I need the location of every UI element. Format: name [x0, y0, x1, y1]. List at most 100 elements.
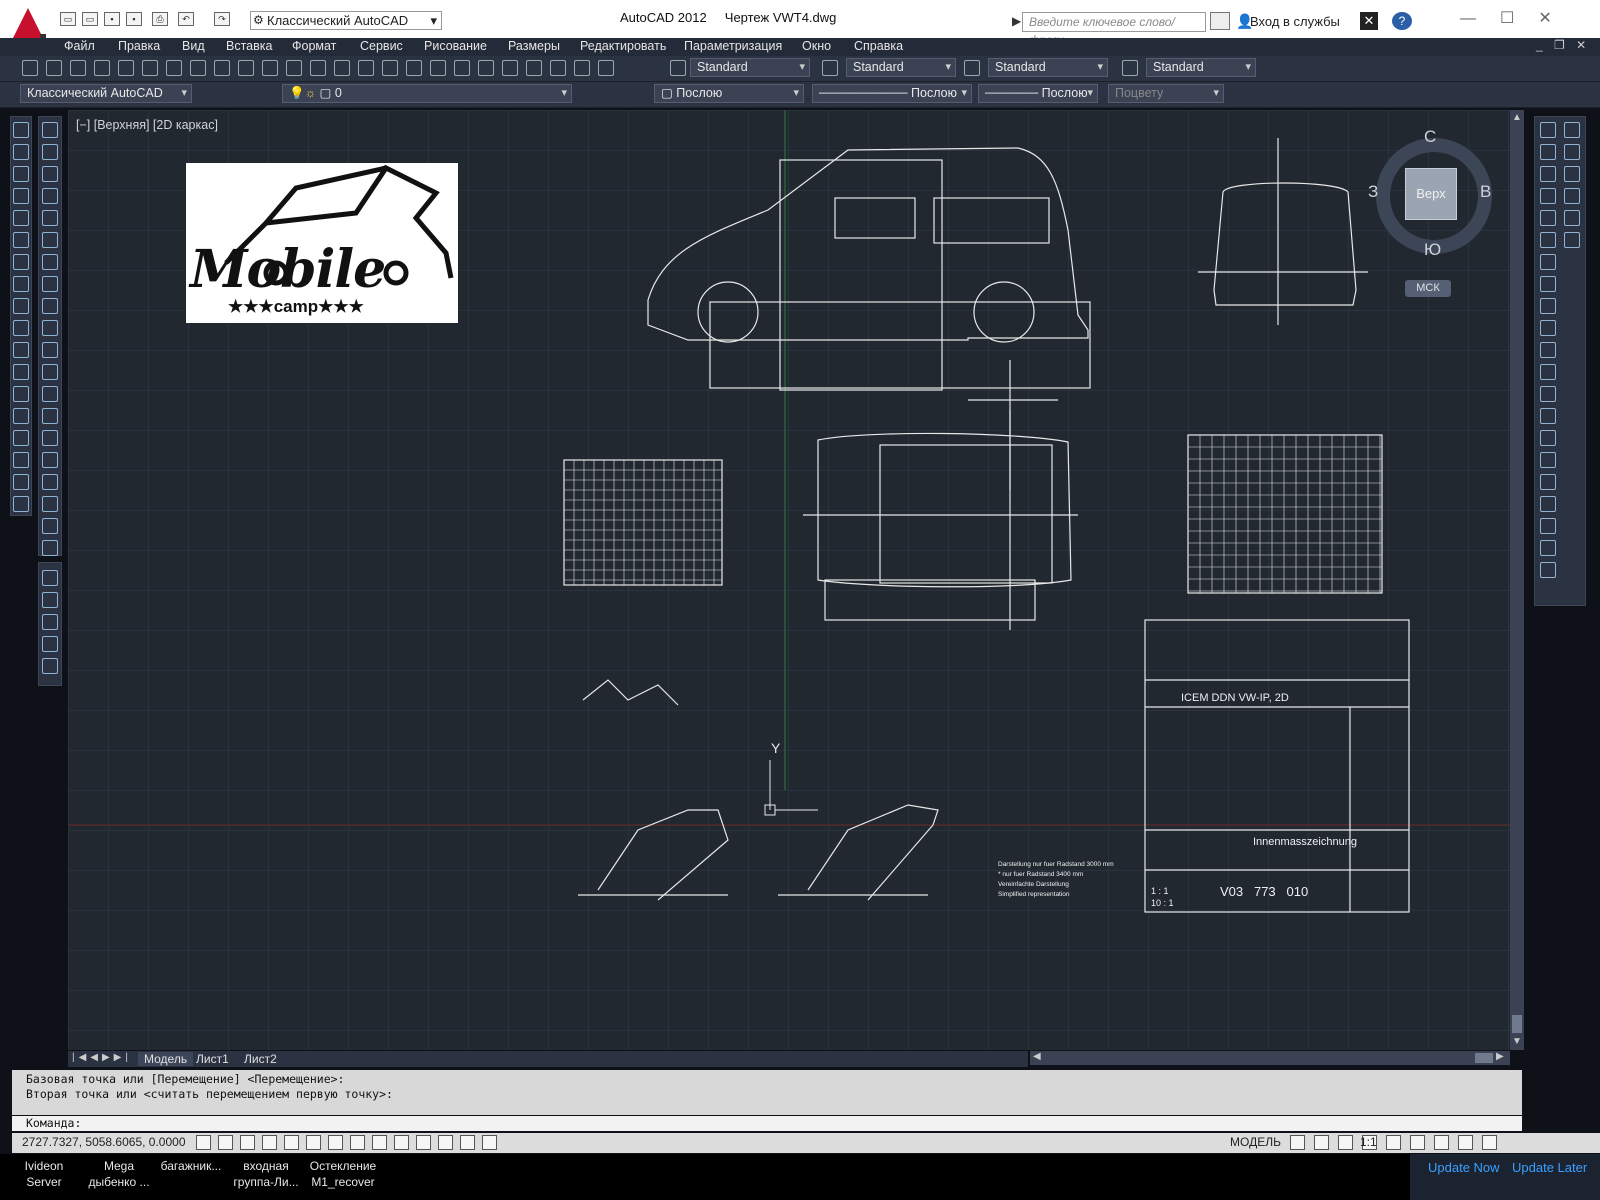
- menu-draw[interactable]: Рисование: [424, 39, 487, 53]
- window-controls[interactable]: —☐✕: [1460, 8, 1576, 28]
- drafting-toggle-icon[interactable]: [262, 1135, 277, 1150]
- dimension-tool-icon[interactable]: [1540, 122, 1556, 138]
- design-center-icon[interactable]: [478, 60, 494, 76]
- annotation-scale-button[interactable]: 1:1: [1360, 1135, 1377, 1149]
- text-style-select[interactable]: Standard: [690, 58, 810, 77]
- tab-sheet1[interactable]: Лист1: [196, 1052, 229, 1066]
- status-tool-icon[interactable]: [1458, 1135, 1473, 1150]
- status-tool-icon[interactable]: [1410, 1135, 1425, 1150]
- draw-tool-icon[interactable]: [42, 122, 58, 138]
- compass-east[interactable]: В: [1480, 182, 1491, 202]
- taskbar-item[interactable]: Mega дыбенко ...: [84, 1158, 154, 1190]
- drafting-toggle-icon[interactable]: [438, 1135, 453, 1150]
- color-select[interactable]: ▢ Послою: [654, 84, 804, 103]
- dimension-tool-icon[interactable]: [1540, 188, 1556, 204]
- taskbar-item[interactable]: багажник...: [156, 1158, 226, 1174]
- dimension-tool-icon[interactable]: [1540, 364, 1556, 380]
- dimension-tool-icon[interactable]: [1540, 276, 1556, 292]
- modify-tool-icon[interactable]: [13, 452, 29, 468]
- dimension-tool-icon[interactable]: [1540, 430, 1556, 446]
- document-window-controls[interactable]: _ ❐ ✕: [1536, 38, 1590, 52]
- mobile-camp-logo-image[interactable]: Mobile ★★★camp★★★: [186, 163, 458, 323]
- markup-icon[interactable]: [550, 60, 566, 76]
- redo-icon[interactable]: ↷: [214, 12, 230, 26]
- dimension-tool-icon[interactable]: [1540, 386, 1556, 402]
- palettes-icon[interactable]: [502, 60, 518, 76]
- modify-tool-icon[interactable]: [13, 210, 29, 226]
- properties-icon[interactable]: [454, 60, 470, 76]
- compass-north[interactable]: С: [1424, 127, 1436, 147]
- status-tool-icon[interactable]: [1290, 1135, 1305, 1150]
- search-expand-icon[interactable]: ▶: [1012, 14, 1021, 28]
- dimension-tool-icon[interactable]: [1540, 144, 1556, 160]
- status-tool-icon[interactable]: [1386, 1135, 1401, 1150]
- dimension-tool-icon[interactable]: [1540, 298, 1556, 314]
- misc-tool-icon[interactable]: [42, 592, 58, 608]
- match-icon[interactable]: [262, 60, 278, 76]
- model-space-button[interactable]: МОДЕЛЬ: [1230, 1135, 1281, 1149]
- compass-west[interactable]: З: [1368, 182, 1378, 202]
- save-icon[interactable]: [70, 60, 86, 76]
- drafting-toggle-icon[interactable]: [372, 1135, 387, 1150]
- tab-sheet2[interactable]: Лист2: [244, 1052, 277, 1066]
- menu-edit[interactable]: Правка: [118, 39, 160, 53]
- modify-tool-icon[interactable]: [13, 122, 29, 138]
- viewcube-top-face[interactable]: Верх: [1405, 168, 1457, 220]
- status-tool-icon[interactable]: [1338, 1135, 1353, 1150]
- modify-tool-icon[interactable]: [13, 276, 29, 292]
- dimension-tool-icon[interactable]: [1540, 232, 1556, 248]
- layout-tool-icon[interactable]: [1564, 188, 1580, 204]
- draw-tool-icon[interactable]: [42, 254, 58, 270]
- table-style-select[interactable]: Standard: [988, 58, 1108, 77]
- viewport-controls-label[interactable]: [−] [Верхняя] [2D каркас]: [76, 118, 218, 132]
- draw-tool-icon[interactable]: [42, 166, 58, 182]
- drafting-toggle-icon[interactable]: [218, 1135, 233, 1150]
- redo-icon[interactable]: [334, 60, 350, 76]
- draw-tool-icon[interactable]: [42, 452, 58, 468]
- new-file-icon[interactable]: ▭: [60, 12, 76, 26]
- table-style-icon[interactable]: [964, 60, 980, 76]
- modify-tool-icon[interactable]: [13, 408, 29, 424]
- draw-tool-icon[interactable]: [42, 518, 58, 534]
- dim-style-icon[interactable]: [822, 60, 838, 76]
- dimension-tool-icon[interactable]: [1540, 496, 1556, 512]
- search-input[interactable]: Введите ключевое слово/фразу: [1022, 12, 1206, 47]
- misc-tool-icon[interactable]: [42, 570, 58, 586]
- dimension-tool-icon[interactable]: [1540, 562, 1556, 578]
- compass-south[interactable]: Ю: [1424, 240, 1441, 260]
- drafting-toggle-icon[interactable]: [394, 1135, 409, 1150]
- cut-icon[interactable]: [190, 60, 206, 76]
- draw-tool-icon[interactable]: [42, 232, 58, 248]
- tab-nav-arrows[interactable]: |◀◀▶▶|: [72, 1052, 132, 1063]
- draw-tool-icon[interactable]: [42, 364, 58, 380]
- dimension-tool-icon[interactable]: [1540, 474, 1556, 490]
- menu-modify[interactable]: Редактировать: [580, 39, 666, 53]
- print-icon[interactable]: [94, 60, 110, 76]
- layout-tool-icon[interactable]: [1564, 122, 1580, 138]
- modify-tool-icon[interactable]: [13, 320, 29, 336]
- new-icon[interactable]: [22, 60, 38, 76]
- open-file-icon[interactable]: ▭: [82, 12, 98, 26]
- drafting-toggle-icon[interactable]: [328, 1135, 343, 1150]
- draw-tool-icon[interactable]: [42, 188, 58, 204]
- drafting-toggle-icon[interactable]: [460, 1135, 475, 1150]
- publish-icon[interactable]: [142, 60, 158, 76]
- drafting-toggle-icon[interactable]: [482, 1135, 497, 1150]
- update-later-link[interactable]: Update Later: [1512, 1160, 1587, 1175]
- menu-dimension[interactable]: Размеры: [508, 39, 560, 53]
- drafting-toggle-icon[interactable]: [196, 1135, 211, 1150]
- status-tool-icon[interactable]: [1314, 1135, 1329, 1150]
- exchange-icon[interactable]: ✕: [1360, 12, 1378, 30]
- layout-tool-icon[interactable]: [1564, 210, 1580, 226]
- taskbar-item[interactable]: Остекление M1_recover: [306, 1158, 380, 1190]
- dimension-tool-icon[interactable]: [1540, 166, 1556, 182]
- copy-icon[interactable]: [214, 60, 230, 76]
- layout-tool-icon[interactable]: [1564, 232, 1580, 248]
- preview-icon[interactable]: [118, 60, 134, 76]
- 3d-print-icon[interactable]: [166, 60, 182, 76]
- update-now-link[interactable]: Update Now: [1428, 1160, 1500, 1175]
- sheet-set-icon[interactable]: [526, 60, 542, 76]
- open-icon[interactable]: [46, 60, 62, 76]
- drafting-toggle-icon[interactable]: [416, 1135, 431, 1150]
- scroll-up-icon[interactable]: ▲: [1512, 112, 1522, 123]
